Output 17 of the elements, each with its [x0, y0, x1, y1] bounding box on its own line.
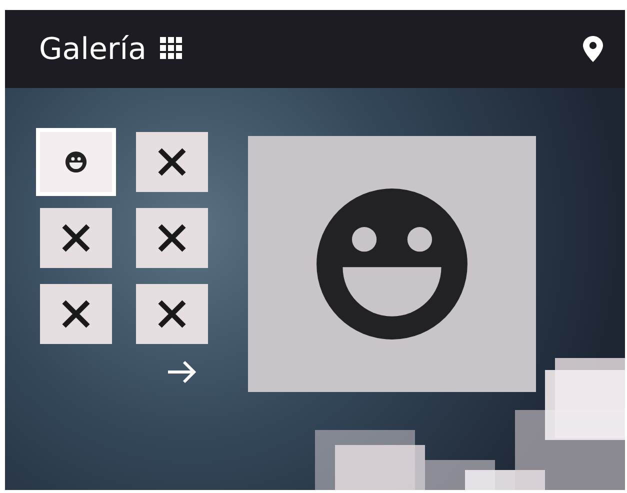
thumbnail[interactable]: [40, 208, 112, 268]
cross-icon: [61, 223, 91, 253]
thumbnail[interactable]: [40, 132, 112, 192]
window-title: Galería: [39, 32, 146, 66]
grid-icon[interactable]: [160, 37, 184, 61]
cross-icon: [157, 147, 187, 177]
cross-icon: [157, 223, 187, 253]
cross-icon: [157, 299, 187, 329]
next-arrow-icon[interactable]: [166, 360, 198, 384]
smiley-icon: [65, 151, 87, 173]
thumbnail[interactable]: [136, 208, 208, 268]
smiley-icon: [315, 187, 469, 341]
cross-icon: [61, 299, 91, 329]
thumbnail[interactable]: [136, 284, 208, 344]
location-pin-icon[interactable]: [583, 36, 603, 62]
thumbnail[interactable]: [40, 284, 112, 344]
thumbnail[interactable]: [136, 132, 208, 192]
